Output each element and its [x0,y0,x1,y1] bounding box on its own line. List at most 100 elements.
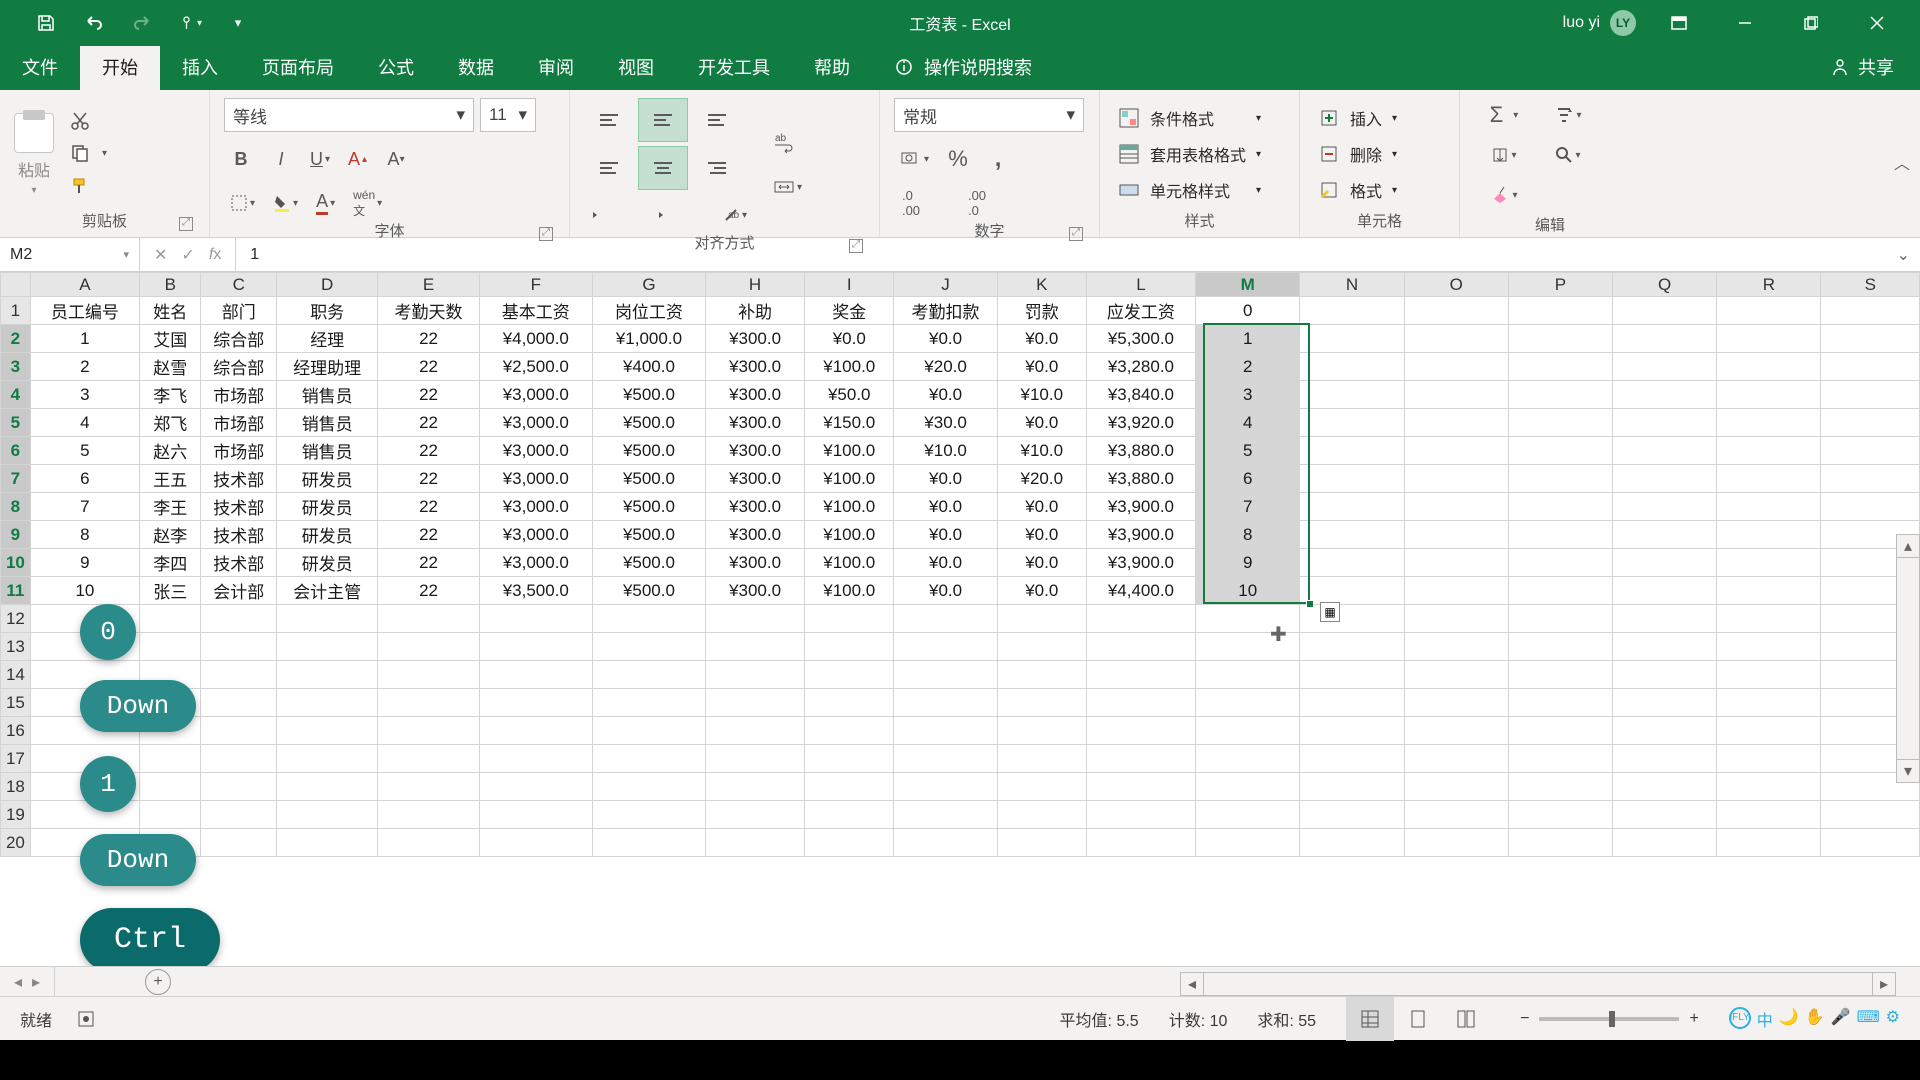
cell[interactable]: ¥0.0 [805,325,894,353]
cell[interactable] [1508,297,1612,325]
cell[interactable] [1086,773,1195,801]
cell[interactable]: 补助 [706,297,805,325]
cell[interactable]: 王五 [140,465,201,493]
cell[interactable]: 3 [1196,381,1300,409]
cell[interactable]: ¥300.0 [706,465,805,493]
cell[interactable] [201,801,277,829]
row-header[interactable]: 6 [1,437,31,465]
phonetic-button[interactable]: wén文▾ [347,186,388,220]
cell[interactable] [592,801,705,829]
macro-record-icon[interactable] [76,1009,96,1029]
cell[interactable] [706,689,805,717]
cell[interactable] [277,633,378,661]
cell[interactable] [1086,801,1195,829]
cell[interactable] [1300,465,1404,493]
cell[interactable] [1404,717,1508,745]
cell[interactable] [1404,661,1508,689]
align-top-button[interactable] [584,98,634,142]
cell[interactable]: 4 [1196,409,1300,437]
cell[interactable]: 综合部 [201,325,277,353]
cell[interactable] [1508,353,1612,381]
cell[interactable] [1404,549,1508,577]
cell[interactable]: ¥4,000.0 [479,325,592,353]
cell[interactable] [1086,605,1195,633]
cell[interactable]: ¥20.0 [894,353,997,381]
cell[interactable]: 考勤扣款 [894,297,997,325]
cell[interactable]: ¥500.0 [592,409,705,437]
row-header[interactable]: 4 [1,381,31,409]
cell[interactable] [1821,465,1920,493]
cell[interactable] [201,717,277,745]
cell[interactable]: ¥0.0 [894,465,997,493]
cell[interactable] [277,605,378,633]
view-pagebreak-icon[interactable] [1442,997,1490,1041]
cell[interactable] [140,605,201,633]
format-cells-button[interactable]: 格式▾ [1314,176,1401,204]
cell[interactable]: 22 [378,521,479,549]
cell[interactable] [997,773,1086,801]
tray-icon[interactable]: 🌙 [1779,1007,1799,1031]
cell[interactable]: 赵六 [140,437,201,465]
cell[interactable] [1300,605,1404,633]
cell[interactable]: 5 [1196,437,1300,465]
cell[interactable]: 艾国 [140,325,201,353]
cell[interactable] [140,633,201,661]
sort-filter-button[interactable]: ▾ [1538,98,1598,132]
cell[interactable] [1717,577,1821,605]
formula-input[interactable]: 1 [236,246,1886,264]
row-header[interactable]: 3 [1,353,31,381]
cell[interactable]: ¥500.0 [592,437,705,465]
cell[interactable] [1717,297,1821,325]
cell[interactable] [997,605,1086,633]
cell[interactable] [1717,773,1821,801]
col-header[interactable]: G [592,273,705,297]
cell[interactable] [1717,381,1821,409]
cell[interactable] [1717,829,1821,857]
cell[interactable]: ¥300.0 [706,437,805,465]
cell[interactable] [592,661,705,689]
row-header[interactable]: 2 [1,325,31,353]
cell[interactable] [1404,353,1508,381]
align-launcher-icon[interactable]: ⤢ [849,239,863,253]
cell[interactable]: ¥100.0 [805,521,894,549]
cell[interactable] [1196,717,1300,745]
cell[interactable] [1196,745,1300,773]
cell[interactable] [1613,549,1717,577]
cell[interactable] [1508,437,1612,465]
spreadsheet-grid[interactable]: ABCDEFGHIJKLMNOPQRS1员工编号姓名部门职务考勤天数基本工资岗位… [0,272,1920,857]
cell[interactable]: 岗位工资 [592,297,705,325]
cell[interactable]: 基本工资 [479,297,592,325]
cell[interactable] [706,633,805,661]
cell[interactable] [1821,325,1920,353]
cell[interactable]: 1 [30,325,139,353]
cell[interactable]: ¥3,000.0 [479,549,592,577]
cell[interactable] [592,829,705,857]
cell[interactable]: 1 [1196,325,1300,353]
cell[interactable] [277,689,378,717]
cell[interactable]: ¥500.0 [592,521,705,549]
font-size-combo[interactable]: 11▾ [480,98,536,132]
cell[interactable]: ¥300.0 [706,325,805,353]
underline-button[interactable]: U▾ [304,142,336,176]
clipboard-launcher-icon[interactable]: ⤢ [179,217,193,231]
cell[interactable] [1196,661,1300,689]
cell[interactable]: 2 [30,353,139,381]
align-left-button[interactable] [584,146,634,190]
col-header[interactable]: B [140,273,201,297]
cell[interactable] [1821,353,1920,381]
cell[interactable] [997,745,1086,773]
cell[interactable]: 李飞 [140,381,201,409]
scroll-right-icon[interactable]: ▸ [1872,972,1896,996]
cell[interactable]: 9 [1196,549,1300,577]
cell[interactable]: ¥500.0 [592,577,705,605]
cell[interactable] [1300,381,1404,409]
cell[interactable]: ¥100.0 [805,353,894,381]
cell[interactable] [1508,773,1612,801]
cell[interactable]: 22 [378,381,479,409]
cell[interactable] [140,773,201,801]
col-header[interactable]: Q [1613,273,1717,297]
cell[interactable]: 技术部 [201,521,277,549]
cell[interactable] [1086,717,1195,745]
cell[interactable]: 市场部 [201,409,277,437]
cell[interactable]: 销售员 [277,381,378,409]
